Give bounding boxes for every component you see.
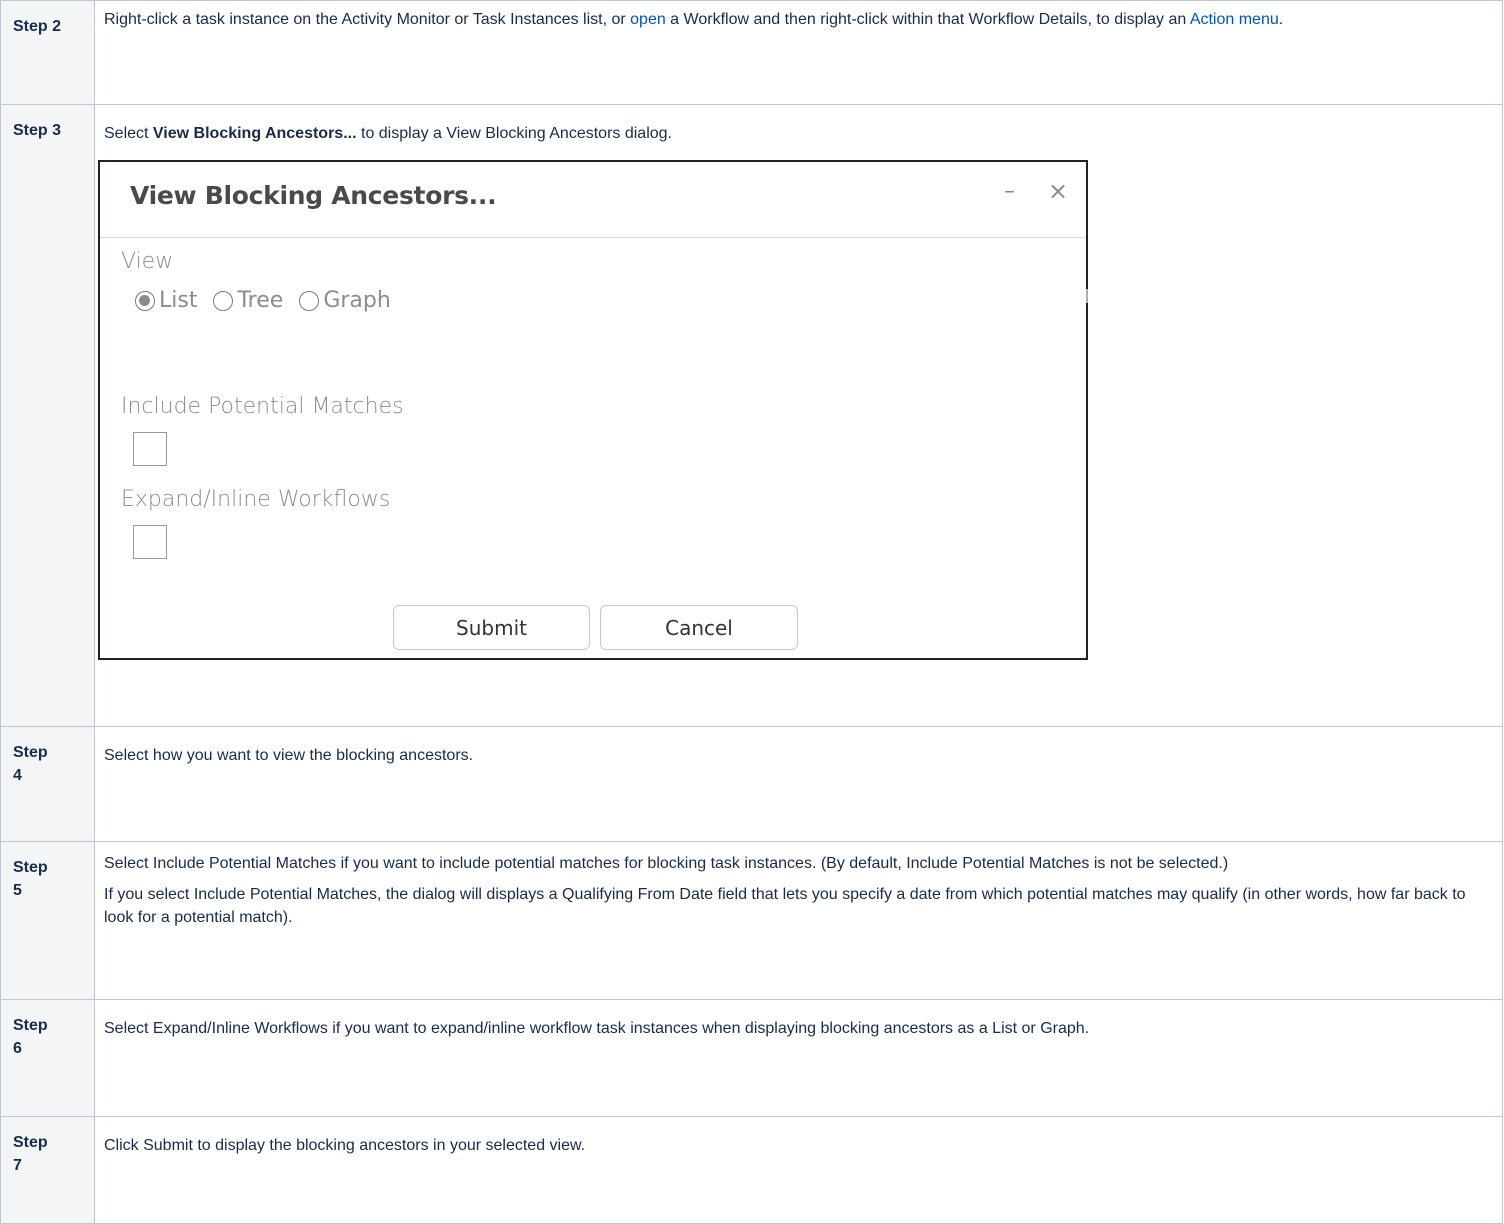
radio-list[interactable]: List: [135, 289, 197, 312]
step-paragraph: If you select Include Potential Matches,…: [104, 886, 1466, 926]
radio-unselected-icon[interactable]: [299, 290, 320, 311]
expand-inline-workflows-checkbox[interactable]: [133, 525, 167, 559]
open-link[interactable]: open: [630, 11, 666, 28]
step-label-number: 7: [13, 1157, 22, 1174]
step-label-text: Step: [13, 1017, 48, 1034]
step-description: Select how you want to view the blocking…: [94, 726, 1503, 842]
minimize-icon[interactable]: –: [1004, 180, 1015, 203]
step-text: Right-click a task instance on the Activ…: [104, 11, 631, 28]
view-label: View: [121, 249, 174, 274]
view-radio-group: List Tree Graph: [135, 289, 407, 312]
step-row-4: Step 4 Select how you want to view the b…: [0, 726, 1503, 842]
step-text: a Workflow and then right-click within t…: [665, 11, 1190, 28]
step-label: Step 3: [0, 104, 95, 727]
procedure-steps-table: Step 2 Right-click a task instance on th…: [0, 0, 1503, 1224]
step-description: Select View Blocking Ancestors... to dis…: [94, 104, 1503, 727]
step-label-text: Step: [13, 744, 48, 761]
step-label: Step 7: [0, 1116, 95, 1224]
step-label-text: Step: [13, 859, 48, 876]
step-text: to display a View Blocking Ancestors dia…: [356, 125, 672, 142]
step-paragraph: Select Include Potential Matches if you …: [104, 855, 1229, 872]
include-potential-matches-checkbox[interactable]: [133, 432, 167, 466]
include-potential-matches-label: Include Potential Matches: [121, 394, 404, 419]
step-label: Step 2: [0, 0, 95, 105]
step-description: Select Include Potential Matches if you …: [94, 841, 1503, 1000]
step-description: Select Expand/Inline Workflows if you wa…: [94, 999, 1503, 1117]
dialog-title: View Blocking Ancestors...: [130, 181, 497, 210]
menu-item-name: View Blocking Ancestors...: [152, 125, 357, 142]
radio-unselected-icon[interactable]: [213, 290, 234, 311]
radio-tree[interactable]: Tree: [213, 289, 283, 312]
step-text: .: [1278, 11, 1284, 28]
radio-graph[interactable]: Graph: [299, 288, 391, 313]
step-text: Select: [104, 125, 153, 142]
view-blocking-ancestors-dialog: View Blocking Ancestors... – × View List…: [98, 160, 1088, 660]
dialog-header: View Blocking Ancestors... – ×: [100, 162, 1086, 238]
step-label-text: Step 3: [13, 122, 62, 139]
close-icon[interactable]: ×: [1048, 179, 1068, 203]
action-menu-link[interactable]: Action menu: [1190, 11, 1279, 28]
radio-label: Tree: [237, 288, 284, 313]
step-label: Step 5: [0, 841, 95, 1000]
expand-inline-workflows-label: Expand/Inline Workflows: [121, 487, 391, 512]
submit-button[interactable]: Submit: [393, 605, 590, 650]
radio-label: List: [159, 288, 198, 313]
step-label: Step 4: [0, 726, 95, 842]
step-label-number: 6: [13, 1040, 22, 1057]
step-label: Step 6: [0, 999, 95, 1117]
step-instruction: Select View Blocking Ancestors... to dis…: [104, 122, 1492, 145]
step-row-7: Step 7 Click Submit to display the block…: [0, 1116, 1503, 1224]
radio-label: Graph: [323, 288, 391, 313]
radio-selected-icon[interactable]: [135, 290, 155, 311]
step-label-text: Step 2: [13, 18, 62, 35]
step-label-number: 5: [13, 882, 22, 899]
step-row-2: Step 2 Right-click a task instance on th…: [0, 0, 1503, 105]
step-row-5: Step 5 Select Include Potential Matches …: [0, 841, 1503, 1000]
step-label-number: 4: [13, 767, 22, 784]
step-row-6: Step 6 Select Expand/Inline Workflows if…: [0, 999, 1503, 1117]
scrollbar-thumb[interactable]: [1086, 289, 1088, 303]
cancel-button[interactable]: Cancel: [600, 605, 798, 650]
step-label-text: Step: [13, 1134, 48, 1151]
step-row-3: Step 3 Select View Blocking Ancestors...…: [0, 104, 1503, 727]
step-description: Click Submit to display the blocking anc…: [94, 1116, 1503, 1224]
step-description: Right-click a task instance on the Activ…: [94, 0, 1503, 105]
